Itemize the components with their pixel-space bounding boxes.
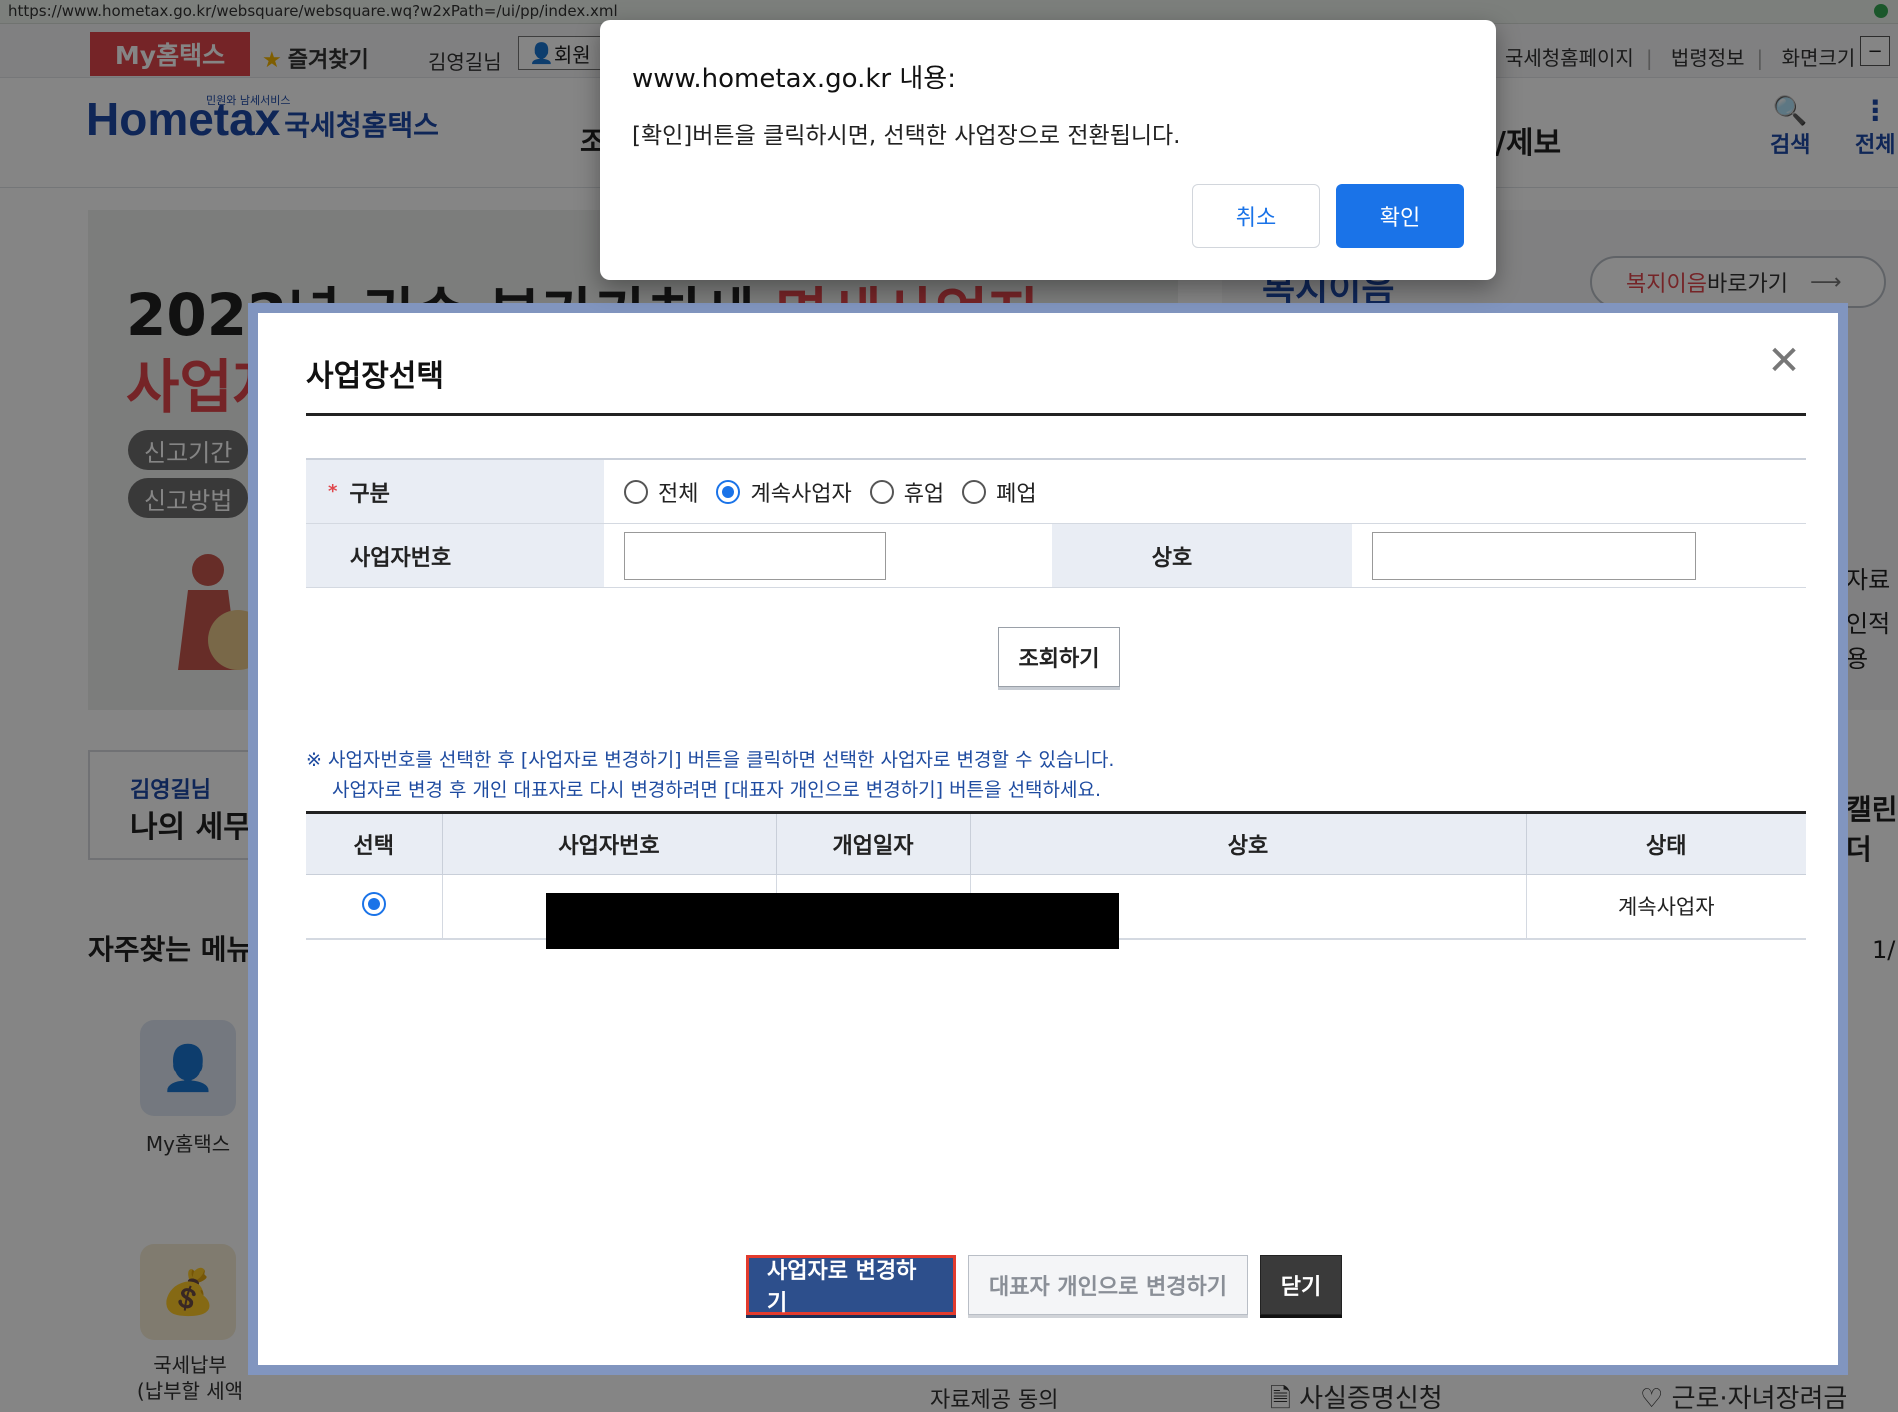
category-radio-group: 전체 계속사업자 휴업 폐업 bbox=[604, 460, 1806, 523]
radio-active-business[interactable]: 계속사업자 bbox=[716, 476, 852, 508]
search-form: * 구분 전체 계속사업자 휴업 폐업 사업자번호 상호 bbox=[306, 458, 1806, 588]
bizno-input[interactable] bbox=[624, 531, 886, 580]
usage-notice: ※ 사업자번호를 선택한 후 [사업자로 변경하기] 버튼을 클릭하면 선택한 … bbox=[306, 745, 1114, 805]
radio-circle-selected bbox=[361, 891, 386, 916]
company-name-input[interactable] bbox=[1372, 531, 1696, 580]
alert-cancel-button[interactable]: 취소 bbox=[1192, 184, 1320, 248]
radio-suspended[interactable]: 휴업 bbox=[869, 476, 945, 508]
radio-suspended-label: 휴업 bbox=[903, 481, 945, 507]
radio-closed[interactable]: 폐업 bbox=[962, 476, 1037, 508]
modal-title: 사업장선택 bbox=[306, 359, 444, 394]
table-header-row: 선택 사업자번호 개업일자 상호 상태 bbox=[306, 812, 1806, 875]
radio-circle-selected bbox=[716, 479, 741, 504]
modal-close-button[interactable]: 닫기 bbox=[1260, 1255, 1342, 1315]
column-header-name: 상호 bbox=[970, 812, 1527, 875]
row-select-cell bbox=[306, 874, 443, 940]
title-divider bbox=[306, 413, 1806, 416]
category-label-text: 구분 bbox=[349, 481, 390, 507]
change-to-business-button[interactable]: 사업자로 변경하기 bbox=[746, 1255, 956, 1316]
bizno-label: 사업자번호 bbox=[306, 524, 604, 587]
radio-circle bbox=[869, 479, 894, 504]
bizno-cell bbox=[604, 524, 1052, 587]
notice-line-1: ※ 사업자번호를 선택한 후 [사업자로 변경하기] 버튼을 클릭하면 선택한 … bbox=[306, 749, 1115, 771]
form-row-bizno: 사업자번호 상호 bbox=[306, 524, 1806, 588]
alert-ok-button[interactable]: 확인 bbox=[1336, 184, 1464, 248]
alert-title: www.hometax.go.kr 내용: bbox=[632, 64, 956, 94]
category-label: * 구분 bbox=[306, 460, 604, 523]
close-icon[interactable]: ✕ bbox=[1764, 341, 1804, 381]
radio-closed-label: 폐업 bbox=[996, 481, 1037, 507]
row-status: 계속사업자 bbox=[1526, 874, 1806, 940]
company-name-cell bbox=[1352, 524, 1806, 587]
alert-message: [확인]버튼을 클릭하시면, 선택한 사업장으로 전환됩니다. bbox=[632, 123, 1181, 149]
browser-alert-dialog: www.hometax.go.kr 내용: [확인]버튼을 클릭하시면, 선택한… bbox=[600, 20, 1496, 280]
column-header-select: 선택 bbox=[306, 812, 443, 875]
notice-line-2: 사업자로 변경 후 개인 대표자로 다시 변경하려면 [대표자 개인으로 변경하… bbox=[332, 779, 1102, 801]
column-header-bizno: 사업자번호 bbox=[442, 812, 777, 875]
change-to-individual-button[interactable]: 대표자 개인으로 변경하기 bbox=[968, 1255, 1248, 1315]
company-name-label: 상호 bbox=[1052, 524, 1352, 587]
radio-circle bbox=[624, 479, 648, 504]
modal-action-buttons: 사업자로 변경하기 대표자 개인으로 변경하기 닫기 bbox=[258, 1255, 1838, 1316]
redacted-block bbox=[546, 893, 1119, 949]
radio-circle bbox=[962, 479, 987, 504]
column-header-status: 상태 bbox=[1526, 812, 1806, 875]
column-header-open-date: 개업일자 bbox=[776, 812, 971, 875]
business-select-modal: 사업장선택 ✕ * 구분 전체 계속사업자 휴업 폐업 사업자번호 상호 조회하… bbox=[258, 313, 1838, 1365]
radio-active-label: 계속사업자 bbox=[750, 481, 852, 507]
radio-all[interactable]: 전체 bbox=[624, 476, 698, 508]
business-select-modal-frame: 사업장선택 ✕ * 구분 전체 계속사업자 휴업 폐업 사업자번호 상호 조회하… bbox=[248, 303, 1848, 1375]
row-select-radio[interactable] bbox=[361, 891, 386, 916]
search-button[interactable]: 조회하기 bbox=[998, 627, 1120, 687]
radio-all-label: 전체 bbox=[658, 481, 699, 507]
form-row-category: * 구분 전체 계속사업자 휴업 폐업 bbox=[306, 460, 1806, 524]
required-mark: * bbox=[328, 481, 338, 502]
